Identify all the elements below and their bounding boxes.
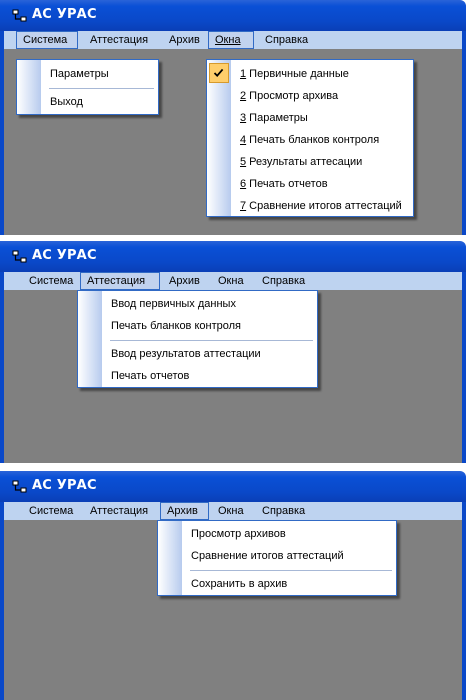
menu-attestation[interactable]: Аттестация bbox=[80, 272, 160, 290]
window-item-label: Печать отчетов bbox=[246, 178, 328, 190]
window-item-label: Первичные данные bbox=[246, 68, 349, 80]
menu-icon-strip bbox=[17, 60, 41, 114]
menu-item-print-forms[interactable]: Печать бланков контроля bbox=[102, 315, 317, 337]
menu-bar: Система Аттестация Архив Окна Справка bbox=[0, 272, 466, 290]
window-item-label: Сравнение итогов аттестаций bbox=[246, 200, 402, 212]
system-dropdown: Параметры Выход bbox=[16, 59, 159, 115]
window-item-label: Печать бланков контроля bbox=[246, 134, 380, 146]
menu-help[interactable]: Справка bbox=[259, 31, 314, 49]
window-item-label: Просмотр архива bbox=[246, 90, 339, 102]
menu-bar: Система Аттестация Архив Окна Справка bbox=[0, 502, 466, 520]
menu-separator bbox=[49, 88, 154, 89]
menu-item-view-archives[interactable]: Просмотр архивов bbox=[182, 523, 396, 545]
window-item-1[interactable]: 1 Первичные данные bbox=[231, 63, 413, 85]
menu-archive[interactable]: Архив bbox=[163, 31, 206, 49]
menu-item-input-results[interactable]: Ввод результатов аттестации bbox=[102, 343, 317, 365]
menu-separator bbox=[110, 340, 313, 341]
menu-windows[interactable]: Окна bbox=[212, 502, 250, 520]
menu-windows[interactable]: Окна bbox=[208, 31, 254, 49]
title-bar: АС УРАС bbox=[0, 471, 466, 502]
window-item-2[interactable]: 2 Просмотр архива bbox=[231, 85, 413, 107]
menu-item-print-reports[interactable]: Печать отчетов bbox=[102, 365, 317, 387]
menu-item-input-primary[interactable]: Ввод первичных данных bbox=[102, 293, 317, 315]
window-item-5[interactable]: 5 Результаты аттесации bbox=[231, 151, 413, 173]
window-item-3[interactable]: 3 Параметры bbox=[231, 107, 413, 129]
window-panel-2: АС УРАС Система Аттестация Архив Окна Сп… bbox=[0, 241, 466, 463]
menu-item-exit[interactable]: Выход bbox=[41, 91, 158, 113]
window-item-label: Результаты аттесации bbox=[246, 156, 363, 168]
window-panel-1: АС УРАС Система Аттестация Архив Окна Сп… bbox=[0, 0, 466, 235]
app-icon bbox=[12, 250, 27, 263]
menu-separator bbox=[190, 570, 392, 571]
app-icon bbox=[12, 9, 27, 22]
menu-system[interactable]: Система bbox=[16, 31, 78, 49]
windows-dropdown: 1 Первичные данные 2 Просмотр архива 3 П… bbox=[206, 59, 414, 217]
title-bar: АС УРАС bbox=[0, 241, 466, 272]
window-title: АС УРАС bbox=[32, 478, 97, 493]
menu-attestation[interactable]: Аттестация bbox=[84, 31, 154, 49]
checkmark-box bbox=[209, 63, 229, 83]
title-bar: АС УРАС bbox=[0, 0, 466, 31]
menu-icon-strip bbox=[207, 60, 231, 216]
menu-help[interactable]: Справка bbox=[256, 272, 311, 290]
menu-archive[interactable]: Архив bbox=[160, 502, 209, 520]
window-item-4[interactable]: 4 Печать бланков контроля bbox=[231, 129, 413, 151]
window-item-7[interactable]: 7 Сравнение итогов аттестаций bbox=[231, 195, 413, 216]
menu-item-save-archive[interactable]: Сохранить в архив bbox=[182, 573, 396, 595]
app-icon bbox=[12, 480, 27, 493]
window-item-6[interactable]: 6 Печать отчетов bbox=[231, 173, 413, 195]
window-title: АС УРАС bbox=[32, 248, 97, 263]
menu-item-parameters[interactable]: Параметры bbox=[41, 63, 158, 85]
menu-icon-strip bbox=[158, 521, 182, 595]
panel-gap bbox=[0, 463, 466, 471]
menu-help[interactable]: Справка bbox=[256, 502, 311, 520]
menu-archive[interactable]: Архив bbox=[163, 272, 206, 290]
checkmark-icon bbox=[213, 68, 224, 78]
window-panel-3: АС УРАС Система Аттестация Архив Окна Сп… bbox=[0, 471, 466, 700]
menu-system[interactable]: Система bbox=[23, 272, 79, 290]
menu-item-compare-results[interactable]: Сравнение итогов аттестаций bbox=[182, 545, 396, 567]
menu-windows[interactable]: Окна bbox=[212, 272, 250, 290]
menu-attestation[interactable]: Аттестация bbox=[84, 502, 154, 520]
window-item-label: Параметры bbox=[246, 112, 308, 124]
archive-dropdown: Просмотр архивов Сравнение итогов аттест… bbox=[157, 520, 397, 596]
window-title: АС УРАС bbox=[32, 7, 97, 22]
menu-system[interactable]: Система bbox=[23, 502, 79, 520]
menu-bar: Система Аттестация Архив Окна Справка bbox=[0, 31, 466, 49]
menu-icon-strip bbox=[78, 291, 102, 387]
attestation-dropdown: Ввод первичных данных Печать бланков кон… bbox=[77, 290, 318, 388]
